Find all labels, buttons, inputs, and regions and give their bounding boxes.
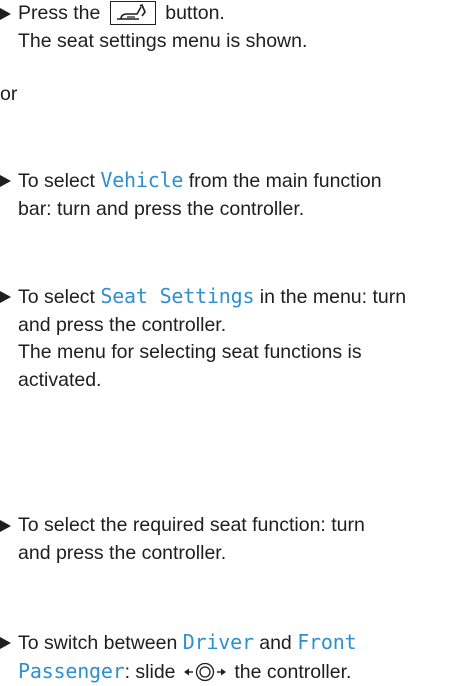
step-line: and press the controller. <box>18 312 462 340</box>
step-text: slide <box>135 661 175 683</box>
step-select-seat-settings: To select Seat Settings in the menu: tur… <box>0 283 462 394</box>
bullet-arrow-icon <box>0 175 11 187</box>
step-text: To switch between <box>18 632 177 654</box>
step-select-vehicle: To select Vehicle from the main function… <box>0 167 462 223</box>
seat-adjust-icon <box>110 1 156 25</box>
menu-term-seat-settings: Seat Settings <box>100 284 254 308</box>
step-text: To select <box>18 286 95 308</box>
step-text: and <box>259 632 292 654</box>
step-text: Press the <box>18 2 100 24</box>
step-line: Press the button. <box>18 0 462 28</box>
menu-term-passenger: Passenger <box>18 659 125 683</box>
menu-term-vehicle: Vehicle <box>100 168 183 192</box>
step-line: To select Vehicle from the main function <box>18 167 462 196</box>
step-line: To switch between Driver and Front <box>18 629 462 658</box>
menu-term-driver: Driver <box>183 630 254 654</box>
step-text: from the main function <box>189 170 382 192</box>
or-separator: or <box>0 81 17 109</box>
step-press-seat-button: Press the button. The seat settings menu… <box>0 0 462 55</box>
step-result: The menu for selecting seat functions is <box>18 339 462 367</box>
step-line: and press the controller. <box>18 540 462 568</box>
step-line: Passenger: slide the controller. <box>18 658 462 686</box>
step-result: activated. <box>18 367 462 395</box>
bullet-arrow-icon <box>0 637 11 649</box>
bullet-arrow-icon <box>0 520 11 532</box>
step-text: the controller. <box>234 661 351 683</box>
step-text: To select <box>18 170 95 192</box>
step-text: button. <box>165 2 225 24</box>
bullet-arrow-icon <box>0 8 11 20</box>
menu-term-front: Front <box>297 630 356 654</box>
controller-slide-left-right-icon <box>183 662 227 682</box>
bullet-arrow-icon <box>0 291 11 303</box>
step-result: The seat settings menu is shown. <box>18 28 462 56</box>
step-line: bar: turn and press the controller. <box>18 196 462 224</box>
step-line: To select Seat Settings in the menu: tur… <box>18 283 462 312</box>
step-select-seat-function: To select the required seat function: tu… <box>0 512 462 567</box>
instruction-page: Press the button. The seat settings menu… <box>0 0 462 413</box>
step-switch-driver-passenger: To switch between Driver and Front Passe… <box>0 629 462 686</box>
step-line: To select the required seat function: tu… <box>18 512 462 540</box>
step-text: in the menu: turn <box>260 286 406 308</box>
step-text: : <box>125 661 130 683</box>
